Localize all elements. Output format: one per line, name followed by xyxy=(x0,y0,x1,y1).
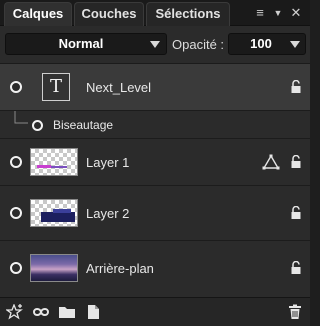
visibility-toggle[interactable] xyxy=(10,262,22,274)
chevron-down-icon xyxy=(290,41,300,48)
text-layer-icon: T xyxy=(49,76,62,97)
layer-thumbnail xyxy=(30,148,78,176)
folder-icon[interactable] xyxy=(58,304,76,320)
layer-row-background[interactable]: Arrière-plan xyxy=(0,241,310,297)
text-layer-thumbnail: T xyxy=(42,73,70,101)
layer-row-next-level[interactable]: T Next_Level xyxy=(0,64,310,111)
vector-shape-icon[interactable] xyxy=(262,154,280,170)
opacity-label: Opacité : xyxy=(172,37,225,52)
tab-couches[interactable]: Couches xyxy=(74,2,144,26)
layer-name: Layer 2 xyxy=(86,206,130,221)
unlock-icon[interactable] xyxy=(290,80,302,94)
layer-row-biseautage[interactable]: Biseautage xyxy=(0,111,310,139)
tab-calques[interactable]: Calques xyxy=(4,2,72,26)
blend-mode-select[interactable]: Normal xyxy=(5,33,167,55)
layer-row-layer-1[interactable]: Layer 1 xyxy=(0,139,310,186)
unlock-icon[interactable] xyxy=(290,155,302,169)
unlock-icon[interactable] xyxy=(290,206,302,220)
chevron-down-icon xyxy=(150,41,160,48)
layers-toolbar xyxy=(0,297,310,326)
unlock-icon[interactable] xyxy=(290,261,302,275)
layer-name: Next_Level xyxy=(86,80,152,95)
background-thumbnail xyxy=(30,254,78,282)
collapse-icon[interactable]: ▼ xyxy=(272,5,284,21)
visibility-toggle[interactable] xyxy=(10,207,22,219)
opacity-select[interactable]: 100 xyxy=(228,33,306,55)
effect-visibility-toggle[interactable] xyxy=(32,120,43,131)
panel-menu-icon[interactable]: ≡ xyxy=(253,5,267,21)
layer-options-row: Normal Opacité : 100 xyxy=(0,27,310,64)
layer-list: T Next_Level Biseautage Layer 1 Layer 2 … xyxy=(0,64,310,297)
tab-bar: Calques Couches Sélections ≡ ▼ ✕ xyxy=(0,0,310,26)
tab-selections[interactable]: Sélections xyxy=(146,2,230,26)
tree-connector xyxy=(14,111,28,124)
blend-mode-value: Normal xyxy=(58,36,104,51)
layers-panel: Calques Couches Sélections ≡ ▼ ✕ Normal … xyxy=(0,0,310,326)
link-icon[interactable] xyxy=(32,304,50,320)
new-style-icon[interactable] xyxy=(6,304,24,320)
opacity-value: 100 xyxy=(250,36,272,51)
layer-row-layer-2[interactable]: Layer 2 xyxy=(0,186,310,241)
trash-icon[interactable] xyxy=(286,304,304,320)
new-layer-icon[interactable] xyxy=(84,304,102,320)
layer-thumbnail xyxy=(30,199,78,227)
visibility-toggle[interactable] xyxy=(10,156,22,168)
visibility-toggle[interactable] xyxy=(10,81,22,93)
close-icon[interactable]: ✕ xyxy=(289,5,303,21)
layer-name: Arrière-plan xyxy=(86,261,154,276)
layer-name: Layer 1 xyxy=(86,155,130,170)
effect-name: Biseautage xyxy=(53,118,114,132)
